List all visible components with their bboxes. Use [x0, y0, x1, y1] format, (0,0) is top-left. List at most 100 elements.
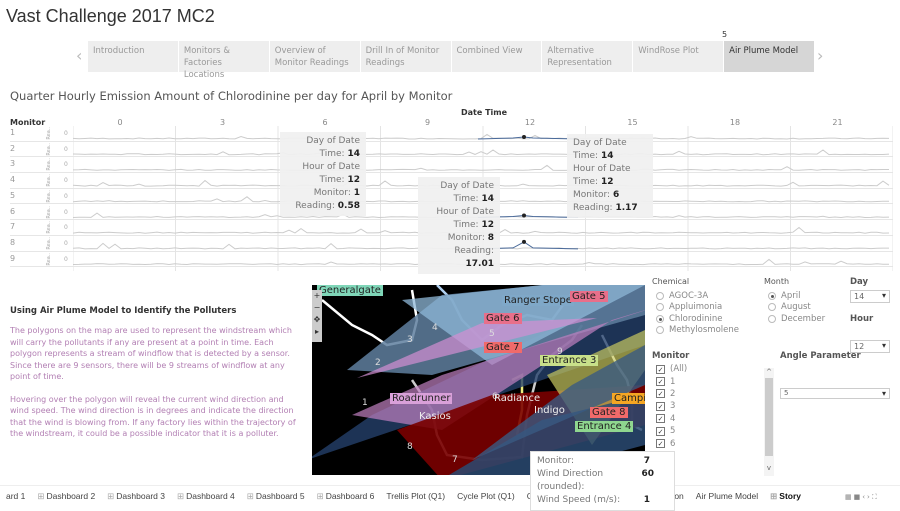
monitor-marker-7[interactable]: 7 — [452, 455, 458, 465]
sheet-tab[interactable]: ⊞ Dashboard 4 — [171, 491, 241, 502]
story-next-arrow-icon[interactable]: › — [817, 46, 823, 65]
radio-icon[interactable] — [656, 326, 664, 335]
monitor-checkbox-3[interactable]: ✓ 3 — [656, 400, 687, 412]
tooltip-value: 60 — [641, 469, 654, 479]
monitor-checkbox-6[interactable]: ✓ 6 — [656, 437, 687, 449]
factory-label-kasios[interactable]: Kasios — [417, 411, 453, 422]
monitor-marker-5[interactable]: 5 — [489, 329, 495, 339]
radio-icon[interactable] — [768, 303, 776, 312]
factory-label-gate-6[interactable]: Gate 6 — [484, 313, 522, 324]
monitor-marker-3[interactable]: 3 — [407, 335, 413, 345]
highlight-point — [522, 135, 526, 139]
sheet-tab[interactable]: ⊞ Dashboard 5 — [241, 491, 311, 502]
scroll-down-icon[interactable]: v — [764, 464, 774, 472]
monitor-marker-2[interactable]: 2 — [375, 358, 381, 368]
monitor-marker-6[interactable]: 6 — [492, 392, 498, 402]
checkbox-checked-icon[interactable]: ✓ — [656, 414, 665, 424]
y-axis-label: Rea.. — [46, 252, 52, 266]
monitor-checkbox-5[interactable]: ✓ 5 — [656, 425, 687, 437]
factory-label-camping[interactable]: Camping — [612, 393, 645, 404]
y-axis-zero: 0 — [64, 161, 68, 169]
chemical-option-methylosmolene[interactable]: Methylosmolene — [656, 325, 739, 337]
y-axis-zero: 0 — [64, 177, 68, 185]
story-point-2[interactable]: Monitors & Factories Locations — [179, 41, 270, 80]
story-point-3[interactable]: Overview of Monitor Readings — [270, 41, 361, 72]
month-option-april[interactable]: April — [768, 290, 825, 302]
scroll-up-icon[interactable]: ^ — [764, 368, 774, 376]
sheet-tab-label: Dashboard 4 — [186, 490, 235, 501]
factory-label-gate-7[interactable]: Gate 7 — [484, 342, 522, 353]
map-zoom-controls[interactable]: + − ✥ ▸ — [312, 290, 322, 342]
monitor-marker-8[interactable]: 8 — [407, 442, 413, 452]
factory-label-ranger-stope[interactable]: Ranger Stope — [502, 295, 574, 306]
checkbox-checked-icon[interactable]: ✓ — [656, 439, 665, 449]
radio-icon[interactable] — [656, 303, 664, 312]
factory-label-entrance-3[interactable]: Entrance 3 — [540, 355, 599, 366]
tab-controls-icon[interactable]: ▦■‹›⛶ — [845, 493, 879, 502]
monitor-checkbox-1[interactable]: ✓ 1 — [656, 375, 687, 387]
y-axis-zero: 0 — [64, 130, 68, 137]
chemical-option-chlorodinine[interactable]: Chlorodinine — [656, 313, 739, 325]
story-point-4[interactable]: Drill In of Monitor Readings — [361, 41, 452, 72]
monitor-checkbox-2[interactable]: ✓ 2 — [656, 388, 687, 400]
y-axis-label: Rea.. — [46, 174, 52, 187]
zoom-in-icon[interactable]: + — [312, 290, 322, 302]
sheet-tab[interactable]: ⊞ Story — [764, 491, 807, 502]
sheet-tab[interactable]: ⊞ Dashboard 6 — [311, 491, 381, 502]
month-option-august[interactable]: August — [768, 302, 825, 314]
tooltip-monitor-6: Day of Date Time: 14 Hour of Date Time: 12 M… — [567, 134, 653, 218]
monitor-marker-4[interactable]: 4 — [432, 323, 438, 333]
factory-label-entrance-4[interactable]: Entrance 4 — [575, 421, 634, 432]
story-point-5[interactable]: Combined View — [452, 41, 543, 72]
tt-label: Monitor: — [313, 188, 351, 198]
tt-hour-label: Hour of Date — [302, 162, 360, 172]
factory-label-indigo[interactable]: Indigo — [532, 405, 567, 416]
expand-icon[interactable]: ▸ — [312, 326, 322, 338]
checkbox-checked-icon[interactable]: ✓ — [656, 401, 665, 411]
story-point-1[interactable]: Introduction — [88, 41, 179, 72]
checkbox-checked-icon[interactable]: ✓ — [656, 377, 665, 387]
sheet-tab[interactable]: Cycle Plot (Q1) — [451, 491, 521, 501]
angle-parameter-select[interactable]: 5 — [780, 388, 890, 399]
factory-label-generalgate[interactable]: Generalgate — [317, 285, 383, 296]
monitor-option-label: 1 — [670, 376, 676, 387]
monitor-scrollbar[interactable]: ^ v — [764, 368, 774, 476]
monitor-checkbox-all[interactable]: ✓ (All) — [656, 363, 687, 375]
sheet-tab[interactable]: ⊞ Dashboard 3 — [101, 491, 171, 502]
story-point-6[interactable]: Alternative Representation — [542, 41, 634, 72]
y-axis-label: Rea.. — [46, 205, 52, 219]
radio-icon[interactable] — [768, 314, 776, 323]
checkbox-checked-icon[interactable]: ✓ — [656, 389, 665, 399]
zoom-out-icon[interactable]: − — [312, 302, 322, 314]
sheet-tab[interactable]: ard 1 — [0, 491, 31, 501]
pan-icon[interactable]: ✥ — [312, 314, 322, 326]
factory-label-gate-8[interactable]: Gate 8 — [590, 407, 628, 418]
radio-icon[interactable] — [656, 291, 664, 300]
monitor-marker-1[interactable]: 1 — [362, 398, 368, 408]
story-point-8[interactable]: Air Plume Model — [724, 41, 815, 72]
chemical-option-agoc-3a[interactable]: AGOC-3A — [656, 290, 739, 302]
highlight-point — [522, 213, 526, 218]
month-label: Month — [764, 277, 790, 286]
monitor-checkbox-4[interactable]: ✓ 4 — [656, 413, 687, 425]
factory-label-gate-5[interactable]: Gate 5 — [570, 291, 608, 302]
chemical-option-appluimonia[interactable]: Appluimonia — [656, 302, 739, 314]
story-point-7[interactable]: WindRose Plot — [633, 41, 725, 72]
air-plume-map[interactable]: Generalgate Ranger Stope Gate 5 Gate 6 Gate … — [312, 285, 645, 475]
sheet-tab[interactable]: Air Plume Model — [690, 491, 764, 501]
x-axis-label: Date Time — [461, 108, 508, 117]
radio-icon[interactable] — [768, 291, 776, 300]
sheet-tab[interactable]: ⊞ Dashboard 2 — [31, 491, 101, 502]
factory-label-roadrunner[interactable]: Roadrunner — [390, 393, 453, 404]
day-select[interactable]: 14 — [850, 290, 890, 303]
radio-icon[interactable] — [656, 314, 664, 323]
monitor-option-label: 6 — [670, 438, 676, 449]
story-prev-arrow-icon[interactable]: ‹ — [76, 46, 82, 65]
sheet-tab[interactable]: Trellis Plot (Q1) — [380, 491, 451, 501]
monitor-marker-9[interactable]: 9 — [557, 347, 563, 357]
scroll-thumb[interactable] — [765, 378, 773, 456]
checkbox-checked-icon[interactable]: ✓ — [656, 426, 665, 436]
checkbox-checked-icon[interactable]: ✓ — [656, 364, 665, 374]
month-option-december[interactable]: December — [768, 313, 825, 325]
factory-label-radiance[interactable]: Radiance — [492, 393, 542, 404]
